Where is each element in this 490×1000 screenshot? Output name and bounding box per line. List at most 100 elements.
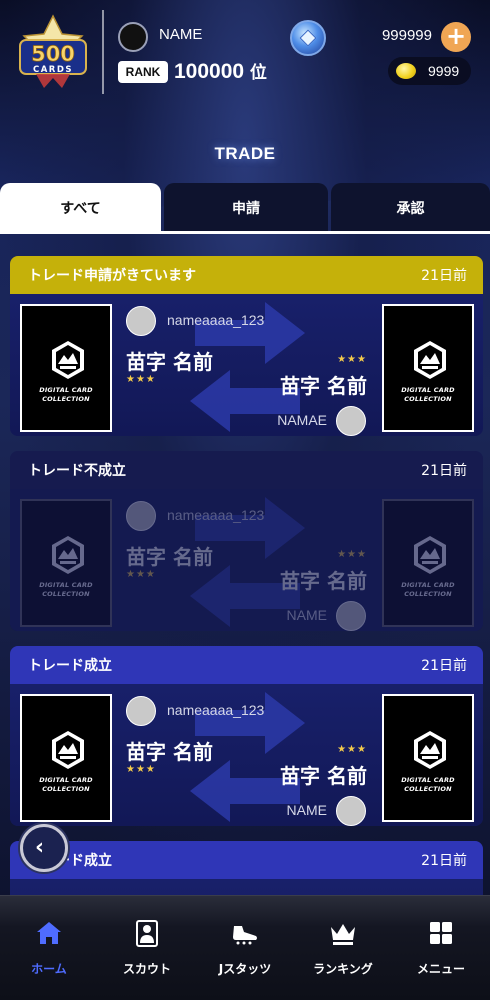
- trade-header: トレード申請がきています 21日前: [10, 256, 483, 294]
- tab-all[interactable]: すべて: [0, 183, 161, 233]
- trade-header: トレード成立 21日前: [10, 841, 483, 879]
- user-avatar: [126, 501, 156, 531]
- offered-player-stars: ★★★: [126, 374, 156, 385]
- username: nameaaaa_123: [167, 702, 265, 718]
- trade-time: 21日前: [421, 268, 467, 284]
- club-emblem-icon: [52, 536, 84, 574]
- trade-body: DIGITAL CARD COLLECTION nameaaaa_123 苗字 名…: [10, 294, 483, 436]
- gem-count: 999999: [381, 27, 432, 44]
- tab-applied[interactable]: 申請: [164, 183, 328, 233]
- user-name: NAME: [159, 26, 203, 43]
- user-avatar: [126, 696, 156, 726]
- grid-menu-icon: [430, 922, 452, 944]
- user-avatar: [126, 306, 156, 336]
- trade-item[interactable]: トレード不成立 21日前 DIGITAL CARD COLLECTION nam…: [10, 451, 483, 631]
- trade-time: 21日前: [421, 463, 467, 479]
- card-caption: DIGITAL CARD COLLECTION: [401, 386, 455, 403]
- requested-player-stars: ★★★: [337, 744, 367, 755]
- club-emblem-icon: [414, 731, 446, 769]
- card-caption: DIGITAL CARD COLLECTION: [39, 581, 93, 598]
- offered-card[interactable]: DIGITAL CARD COLLECTION: [20, 304, 112, 432]
- rank-number: 100000: [174, 60, 245, 83]
- nav-jstats[interactable]: Jスタッツ: [196, 896, 294, 1000]
- card-caption: DIGITAL CARD COLLECTION: [39, 776, 93, 793]
- back-button[interactable]: ‹: [20, 824, 68, 872]
- partner-name: NAME: [286, 607, 327, 623]
- nav-ranking[interactable]: ランキング: [294, 896, 392, 1000]
- trade-list: トレード申請がきています 21日前 DIGITAL CARD COLLECTION: [10, 256, 483, 1000]
- partner-avatar: [336, 796, 366, 826]
- offered-player-stars: ★★★: [126, 569, 156, 580]
- nav-label: ホーム: [31, 962, 67, 976]
- boot-icon: [233, 926, 257, 945]
- nav-label: ランキング: [313, 962, 373, 976]
- club-emblem-icon: [52, 731, 84, 769]
- club-emblem-icon: [414, 536, 446, 574]
- rank-unit: 位: [249, 63, 267, 82]
- trade-body: DIGITAL CARD COLLECTION nameaaaa_123 苗字 名…: [10, 684, 483, 826]
- nav-home[interactable]: ホーム: [0, 896, 98, 1000]
- partner-avatar: [336, 406, 366, 436]
- tab-bar: すべて 申請 承認: [0, 183, 490, 233]
- offered-player-stars: ★★★: [126, 764, 156, 775]
- nav-label: スカウト: [122, 962, 171, 976]
- offered-card[interactable]: DIGITAL CARD COLLECTION: [20, 499, 112, 627]
- nav-label: Jスタッツ: [218, 962, 272, 976]
- page-title: TRADE: [214, 144, 276, 163]
- tab-approved[interactable]: 承認: [331, 183, 490, 233]
- trade-body: DIGITAL CARD COLLECTION nameaaaa_123 苗字 名…: [10, 489, 483, 631]
- gem-icon: [290, 20, 326, 56]
- chevron-left-icon: ‹: [35, 835, 45, 860]
- coin-count: 9999: [428, 63, 460, 79]
- trade-time: 21日前: [421, 853, 467, 869]
- partner-avatar: [336, 601, 366, 631]
- offered-player-name: 苗字 名前: [126, 350, 213, 374]
- trade-status: トレード申請がきています: [28, 268, 196, 284]
- partner-name: NAMAE: [277, 412, 327, 428]
- offered-player-name: 苗字 名前: [126, 740, 213, 764]
- header: 500 CARDS NAME RANK 100000 位 999999 + 99…: [0, 0, 490, 110]
- nav-label: メニュー: [416, 962, 465, 976]
- scout-icon: [136, 920, 158, 947]
- crown-icon: [331, 924, 355, 945]
- nav-menu[interactable]: メニュー: [392, 896, 490, 1000]
- rank-badge: RANK: [118, 61, 168, 83]
- club-emblem-icon: [52, 341, 84, 379]
- partner-name: NAME: [286, 802, 327, 818]
- nav-scout[interactable]: スカウト: [98, 896, 196, 1000]
- trade-item[interactable]: トレード成立 21日前 DIGITAL CARD COLLECTION namea…: [10, 646, 483, 826]
- username: nameaaaa_123: [167, 507, 265, 523]
- logo-number: 500: [31, 42, 75, 66]
- card-caption: DIGITAL CARD COLLECTION: [39, 386, 93, 403]
- rank-value: 100000 位: [174, 58, 267, 84]
- requested-player-name: 苗字 名前: [280, 569, 367, 593]
- card-caption: DIGITAL CARD COLLECTION: [401, 776, 455, 793]
- trade-header: トレード成立 21日前: [10, 646, 483, 684]
- bottom-nav: ホーム スカウト Jスタッツ ランキング メニュー: [0, 895, 490, 1000]
- coin-balance: 9999: [388, 57, 471, 85]
- tab-underline: [0, 231, 490, 234]
- trade-time: 21日前: [421, 658, 467, 674]
- add-currency-button[interactable]: +: [441, 22, 471, 52]
- offered-player-name: 苗字 名前: [126, 545, 213, 569]
- trade-status: トレード成立: [28, 658, 112, 674]
- avatar[interactable]: [118, 22, 148, 52]
- requested-card[interactable]: DIGITAL CARD COLLECTION: [382, 499, 474, 627]
- username: nameaaaa_123: [167, 312, 265, 328]
- header-divider: [102, 10, 104, 94]
- trade-status: トレード不成立: [28, 463, 126, 479]
- logo-text: CARDS: [33, 65, 73, 75]
- requested-player-name: 苗字 名前: [280, 764, 367, 788]
- requested-player-stars: ★★★: [337, 354, 367, 365]
- requested-player-stars: ★★★: [337, 549, 367, 560]
- requested-card[interactable]: DIGITAL CARD COLLECTION: [382, 304, 474, 432]
- trade-header: トレード不成立 21日前: [10, 451, 483, 489]
- requested-card[interactable]: DIGITAL CARD COLLECTION: [382, 694, 474, 822]
- requested-player-name: 苗字 名前: [280, 374, 367, 398]
- 500-cards-logo[interactable]: 500 CARDS: [14, 14, 92, 92]
- home-icon: [37, 922, 61, 944]
- club-emblem-icon: [414, 341, 446, 379]
- coin-icon: [396, 63, 416, 79]
- offered-card[interactable]: DIGITAL CARD COLLECTION: [20, 694, 112, 822]
- trade-item[interactable]: トレード申請がきています 21日前 DIGITAL CARD COLLECTION: [10, 256, 483, 436]
